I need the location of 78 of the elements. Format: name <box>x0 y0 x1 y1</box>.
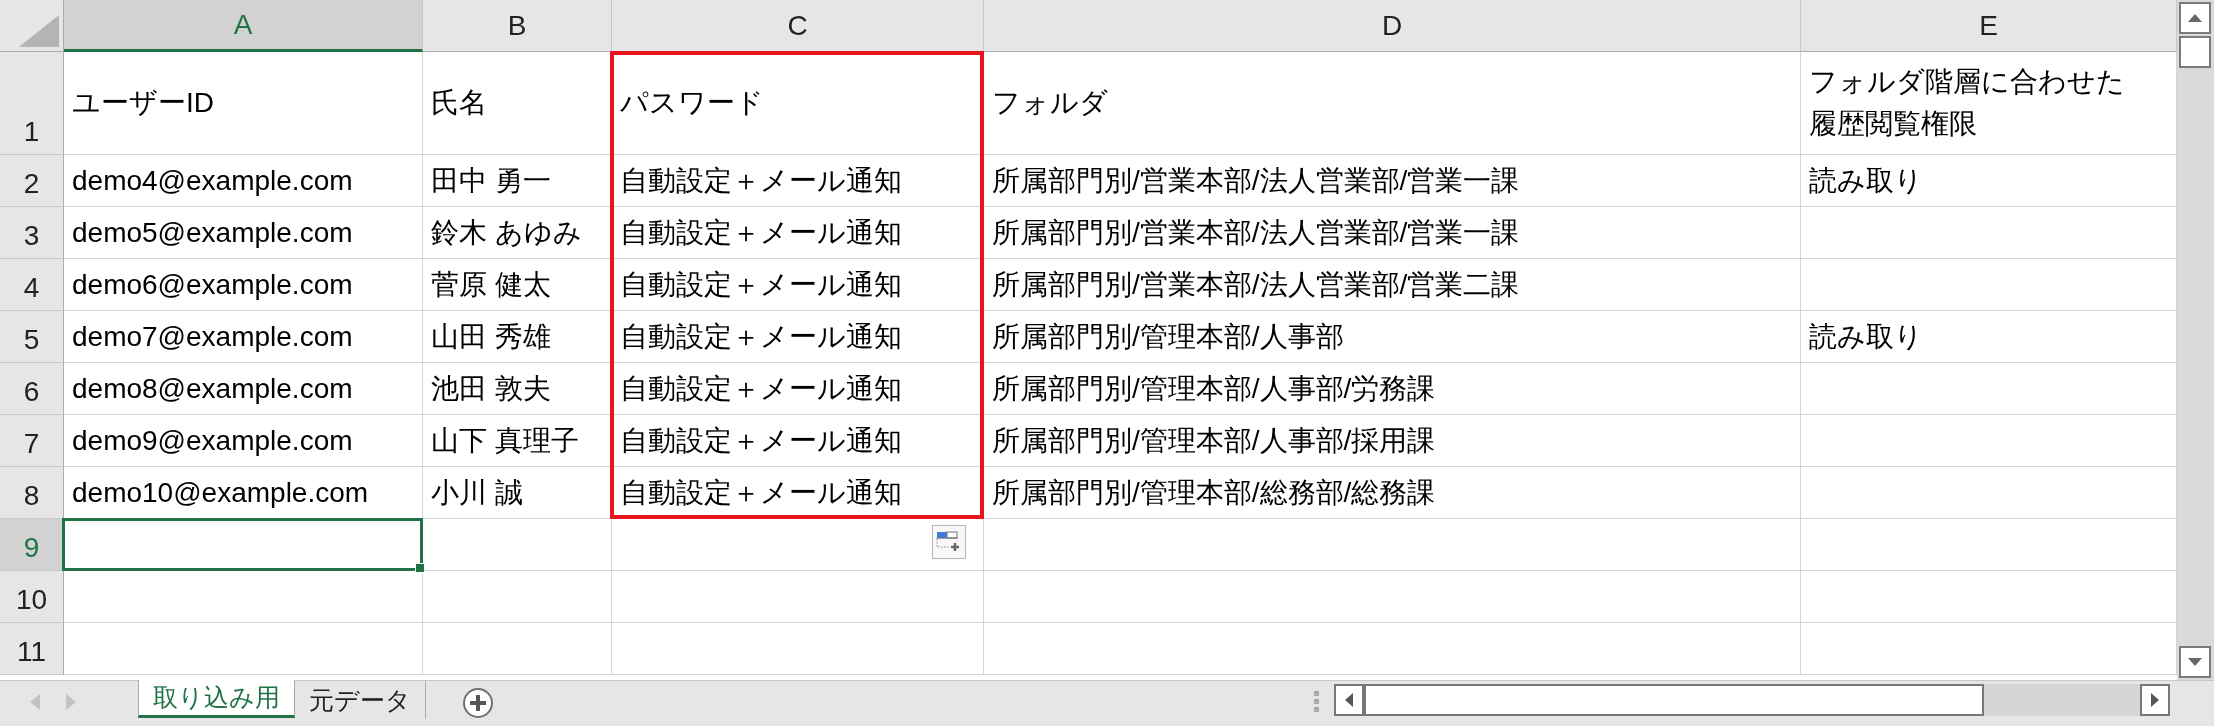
table-cell[interactable]: demo4@example.com <box>64 155 423 207</box>
right-arrow-icon <box>2151 693 2159 707</box>
scroll-right-button[interactable] <box>2140 684 2170 716</box>
table-cell[interactable]: 氏名 <box>423 52 612 155</box>
row-header[interactable]: 6 <box>0 363 64 415</box>
fill-handle[interactable] <box>415 563 425 573</box>
table-cell[interactable] <box>612 571 984 623</box>
table-cell[interactable]: demo8@example.com <box>64 363 423 415</box>
row-header[interactable]: 11 <box>0 623 64 675</box>
table-cell[interactable]: demo5@example.com <box>64 207 423 259</box>
table-cell[interactable]: 所属部門別/営業本部/法人営業部/営業一課 <box>984 207 1801 259</box>
table-cell[interactable]: 自動設定＋メール通知 <box>612 363 984 415</box>
row-header[interactable]: 7 <box>0 415 64 467</box>
table-cell[interactable]: 所属部門別/管理本部/人事部/採用課 <box>984 415 1801 467</box>
left-arrow-icon <box>1345 693 1353 707</box>
table-cell[interactable]: 自動設定＋メール通知 <box>612 467 984 519</box>
table-cell[interactable]: demo9@example.com <box>64 415 423 467</box>
scrollbar-thumb[interactable] <box>1364 684 1984 716</box>
row-header[interactable]: 3 <box>0 207 64 259</box>
column-header[interactable]: A <box>64 0 423 52</box>
paste-options-icon[interactable] <box>932 525 966 559</box>
table-cell[interactable]: demo7@example.com <box>64 311 423 363</box>
select-all-icon[interactable] <box>19 15 59 47</box>
row-header[interactable]: 9 <box>0 519 64 571</box>
table-cell[interactable]: 所属部門別/管理本部/人事部/労務課 <box>984 363 1801 415</box>
table-cell[interactable]: フォルダ <box>984 52 1801 155</box>
horizontal-scrollbar[interactable] <box>1334 684 2170 716</box>
down-arrow-icon <box>2188 658 2202 666</box>
table-cell[interactable]: 所属部門別/営業本部/法人営業部/営業二課 <box>984 259 1801 311</box>
table-cell[interactable]: 山下 真理子 <box>423 415 612 467</box>
up-arrow-icon <box>2188 14 2202 22</box>
table-cell[interactable] <box>423 623 612 675</box>
table-cell[interactable] <box>612 623 984 675</box>
table-cell[interactable] <box>64 571 423 623</box>
scroll-up-button[interactable] <box>2179 2 2211 34</box>
table-cell[interactable]: パスワード <box>612 52 984 155</box>
table-cell[interactable] <box>423 571 612 623</box>
row-header[interactable]: 4 <box>0 259 64 311</box>
row-header[interactable]: 10 <box>0 571 64 623</box>
table-cell[interactable]: ユーザーID <box>64 52 423 155</box>
column-header[interactable]: D <box>984 0 1801 52</box>
table-cell[interactable]: 自動設定＋メール通知 <box>612 311 984 363</box>
table-cell[interactable]: 所属部門別/管理本部/人事部 <box>984 311 1801 363</box>
scroll-down-button[interactable] <box>2179 646 2211 678</box>
row-header[interactable]: 2 <box>0 155 64 207</box>
sheet-tab[interactable]: 取り込み用 <box>138 680 295 718</box>
table-cell[interactable]: 鈴木 あゆみ <box>423 207 612 259</box>
table-cell[interactable] <box>984 571 1801 623</box>
table-cell[interactable]: 所属部門別/営業本部/法人営業部/営業一課 <box>984 155 1801 207</box>
table-cell[interactable]: 自動設定＋メール通知 <box>612 155 984 207</box>
previous-sheet-icon[interactable] <box>30 694 40 710</box>
table-cell[interactable] <box>984 519 1801 571</box>
active-cell[interactable] <box>62 518 423 571</box>
add-sheet-icon[interactable] <box>462 687 494 719</box>
table-cell[interactable] <box>64 623 423 675</box>
row-header[interactable]: 1 <box>0 52 64 155</box>
table-cell[interactable]: 自動設定＋メール通知 <box>612 415 984 467</box>
table-cell[interactable]: demo10@example.com <box>64 467 423 519</box>
scrollbar-thumb[interactable] <box>2179 36 2211 68</box>
table-cell[interactable]: demo6@example.com <box>64 259 423 311</box>
next-sheet-icon[interactable] <box>66 694 76 710</box>
scroll-left-button[interactable] <box>1334 684 1364 716</box>
table-cell[interactable]: 池田 敦夫 <box>423 363 612 415</box>
table-cell[interactable]: 自動設定＋メール通知 <box>612 207 984 259</box>
column-header[interactable]: E <box>1801 0 2177 52</box>
table-cell[interactable]: 田中 勇一 <box>423 155 612 207</box>
column-header[interactable]: C <box>612 0 984 52</box>
table-cell[interactable] <box>984 623 1801 675</box>
table-cell[interactable]: 山田 秀雄 <box>423 311 612 363</box>
table-cell[interactable]: 自動設定＋メール通知 <box>612 259 984 311</box>
splitter-handle-icon[interactable] <box>1314 691 1320 713</box>
row-header[interactable]: 5 <box>0 311 64 363</box>
column-header[interactable]: B <box>423 0 612 52</box>
table-cell[interactable]: 小川 誠 <box>423 467 612 519</box>
row-header[interactable]: 8 <box>0 467 64 519</box>
table-cell[interactable]: 所属部門別/管理本部/総務部/総務課 <box>984 467 1801 519</box>
table-cell[interactable] <box>423 519 612 571</box>
table-cell[interactable]: 菅原 健太 <box>423 259 612 311</box>
